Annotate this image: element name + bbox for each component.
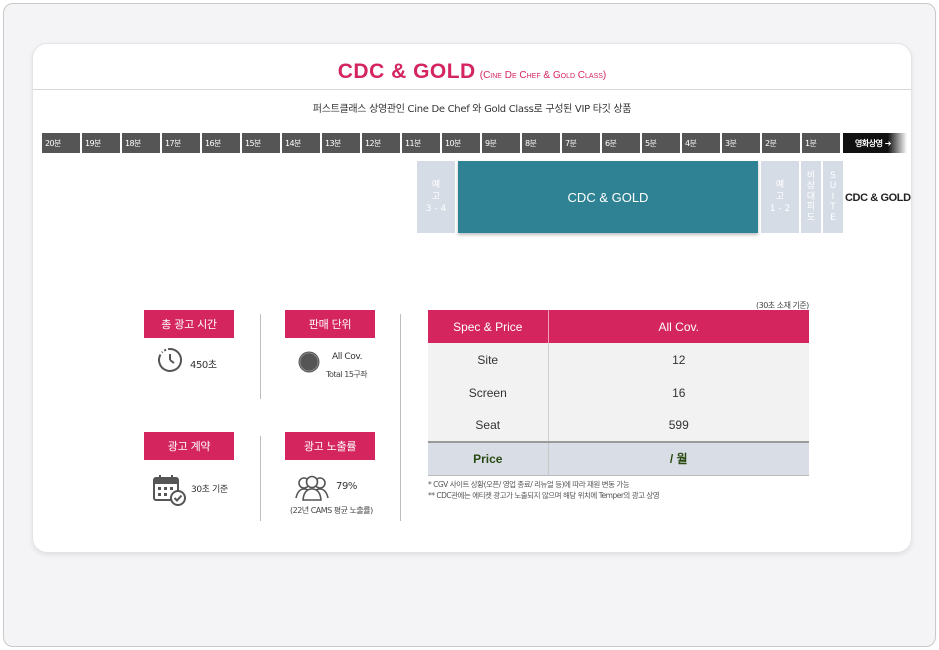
title-row: CDC & GOLD (Cine De Chef & Gold Class) — [33, 44, 911, 90]
ad-exposure-value: 79% — [336, 481, 358, 492]
timeline-tick: 11분 — [402, 133, 440, 153]
timeline-tick: 1분 — [802, 133, 840, 153]
timeline-tick: 4분 — [682, 133, 720, 153]
timeline-tick: 14분 — [282, 133, 320, 153]
timeline-tick: 7분 — [562, 133, 600, 153]
page-subtitle: 퍼스트클래스 상영관인 Cine De Chef 와 Gold Class로 구… — [312, 104, 632, 115]
timeline-tick: 20분 — [42, 133, 80, 153]
timeline-tick: 8분 — [522, 133, 560, 153]
sales-unit-sub: Total 15구좌 — [326, 370, 368, 379]
footnote: * CGV 사이트 상황(오픈/ 영업 종료/ 리뉴얼 등)에 따라 재원 변동… — [428, 480, 630, 489]
divider — [400, 314, 401, 521]
preview-3-4-block: 예 고 3 - 4 — [417, 161, 455, 233]
product-card: CDC & GOLD (Cine De Chef & Gold Class) 퍼스… — [33, 44, 911, 552]
timeline-tick: 9분 — [482, 133, 520, 153]
table-cell: Site — [428, 343, 549, 376]
suite-block: S U I T E — [823, 161, 843, 233]
audience-icon — [295, 475, 329, 501]
divider — [260, 436, 261, 521]
table-row: Site 12 — [428, 343, 809, 376]
table-header-cell: Spec & Price — [428, 310, 549, 343]
ad-exposure-note: (22년 CAMS 평균 노출률) — [290, 506, 373, 515]
timeline-tick: 17분 — [162, 133, 200, 153]
divider — [260, 314, 261, 399]
sales-unit-value: All Cov. — [332, 352, 363, 362]
total-ad-time-label: 총 광고 시간 — [144, 310, 234, 338]
timeline-tick: 6분 — [602, 133, 640, 153]
price-row: Price / 월 — [428, 442, 809, 476]
page-title: CDC & GOLD — [337, 60, 476, 83]
timeline-tick: 13분 — [322, 133, 360, 153]
table-cell: 12 — [548, 343, 809, 376]
table-cell: 16 — [548, 376, 809, 409]
timeline-tick: 12분 — [362, 133, 400, 153]
calendar-check-icon — [153, 475, 186, 506]
cdc-gold-label: CDC & GOLD — [845, 192, 911, 204]
timeline-tick: 16분 — [202, 133, 240, 153]
timeline-tick: 18분 — [122, 133, 160, 153]
price-value: / 월 — [548, 442, 809, 476]
spec-price-table: Spec & Price All Cov. Site 12 Screen 16 … — [428, 310, 809, 476]
film-reel-icon — [298, 351, 320, 373]
movie-start-marker: 영화상영 ➔ — [843, 133, 907, 153]
timeline-tick: 2분 — [762, 133, 800, 153]
sales-unit-label: 판매 단위 — [285, 310, 375, 338]
cdc-gold-ad-block: CDC & GOLD — [458, 161, 758, 233]
footnote: ** CDC관에는 에티켓 광고가 노출되지 않으며 해당 위치에 Temper… — [428, 491, 660, 500]
timeline-tick: 3분 — [722, 133, 760, 153]
emergency-evacuation-block: 비 상 대 피 도 — [801, 161, 821, 233]
ad-exposure-label: 광고 노출률 — [285, 432, 375, 460]
page-title-sub: (Cine De Chef & Gold Class) — [479, 70, 607, 81]
timeline-tick: 19분 — [82, 133, 120, 153]
table-cell: 599 — [548, 409, 809, 443]
ad-contract-value: 30초 기준 — [191, 485, 228, 495]
timeline-tick: 15분 — [242, 133, 280, 153]
stopwatch-icon — [158, 348, 182, 372]
table-header-row: Spec & Price All Cov. — [428, 310, 809, 343]
price-label: Price — [428, 442, 549, 476]
ad-contract-label: 광고 계약 — [144, 432, 234, 460]
table-cell: Screen — [428, 376, 549, 409]
timeline-tick: 5분 — [642, 133, 680, 153]
timeline-tick: 10분 — [442, 133, 480, 153]
preview-1-2-block: 예 고 1 - 2 — [761, 161, 799, 233]
total-ad-time-value: 450초 — [190, 360, 217, 371]
table-row: Seat 599 — [428, 409, 809, 443]
table-cell: Seat — [428, 409, 549, 443]
table-header-cell: All Cov. — [548, 310, 809, 343]
table-row: Screen 16 — [428, 376, 809, 409]
